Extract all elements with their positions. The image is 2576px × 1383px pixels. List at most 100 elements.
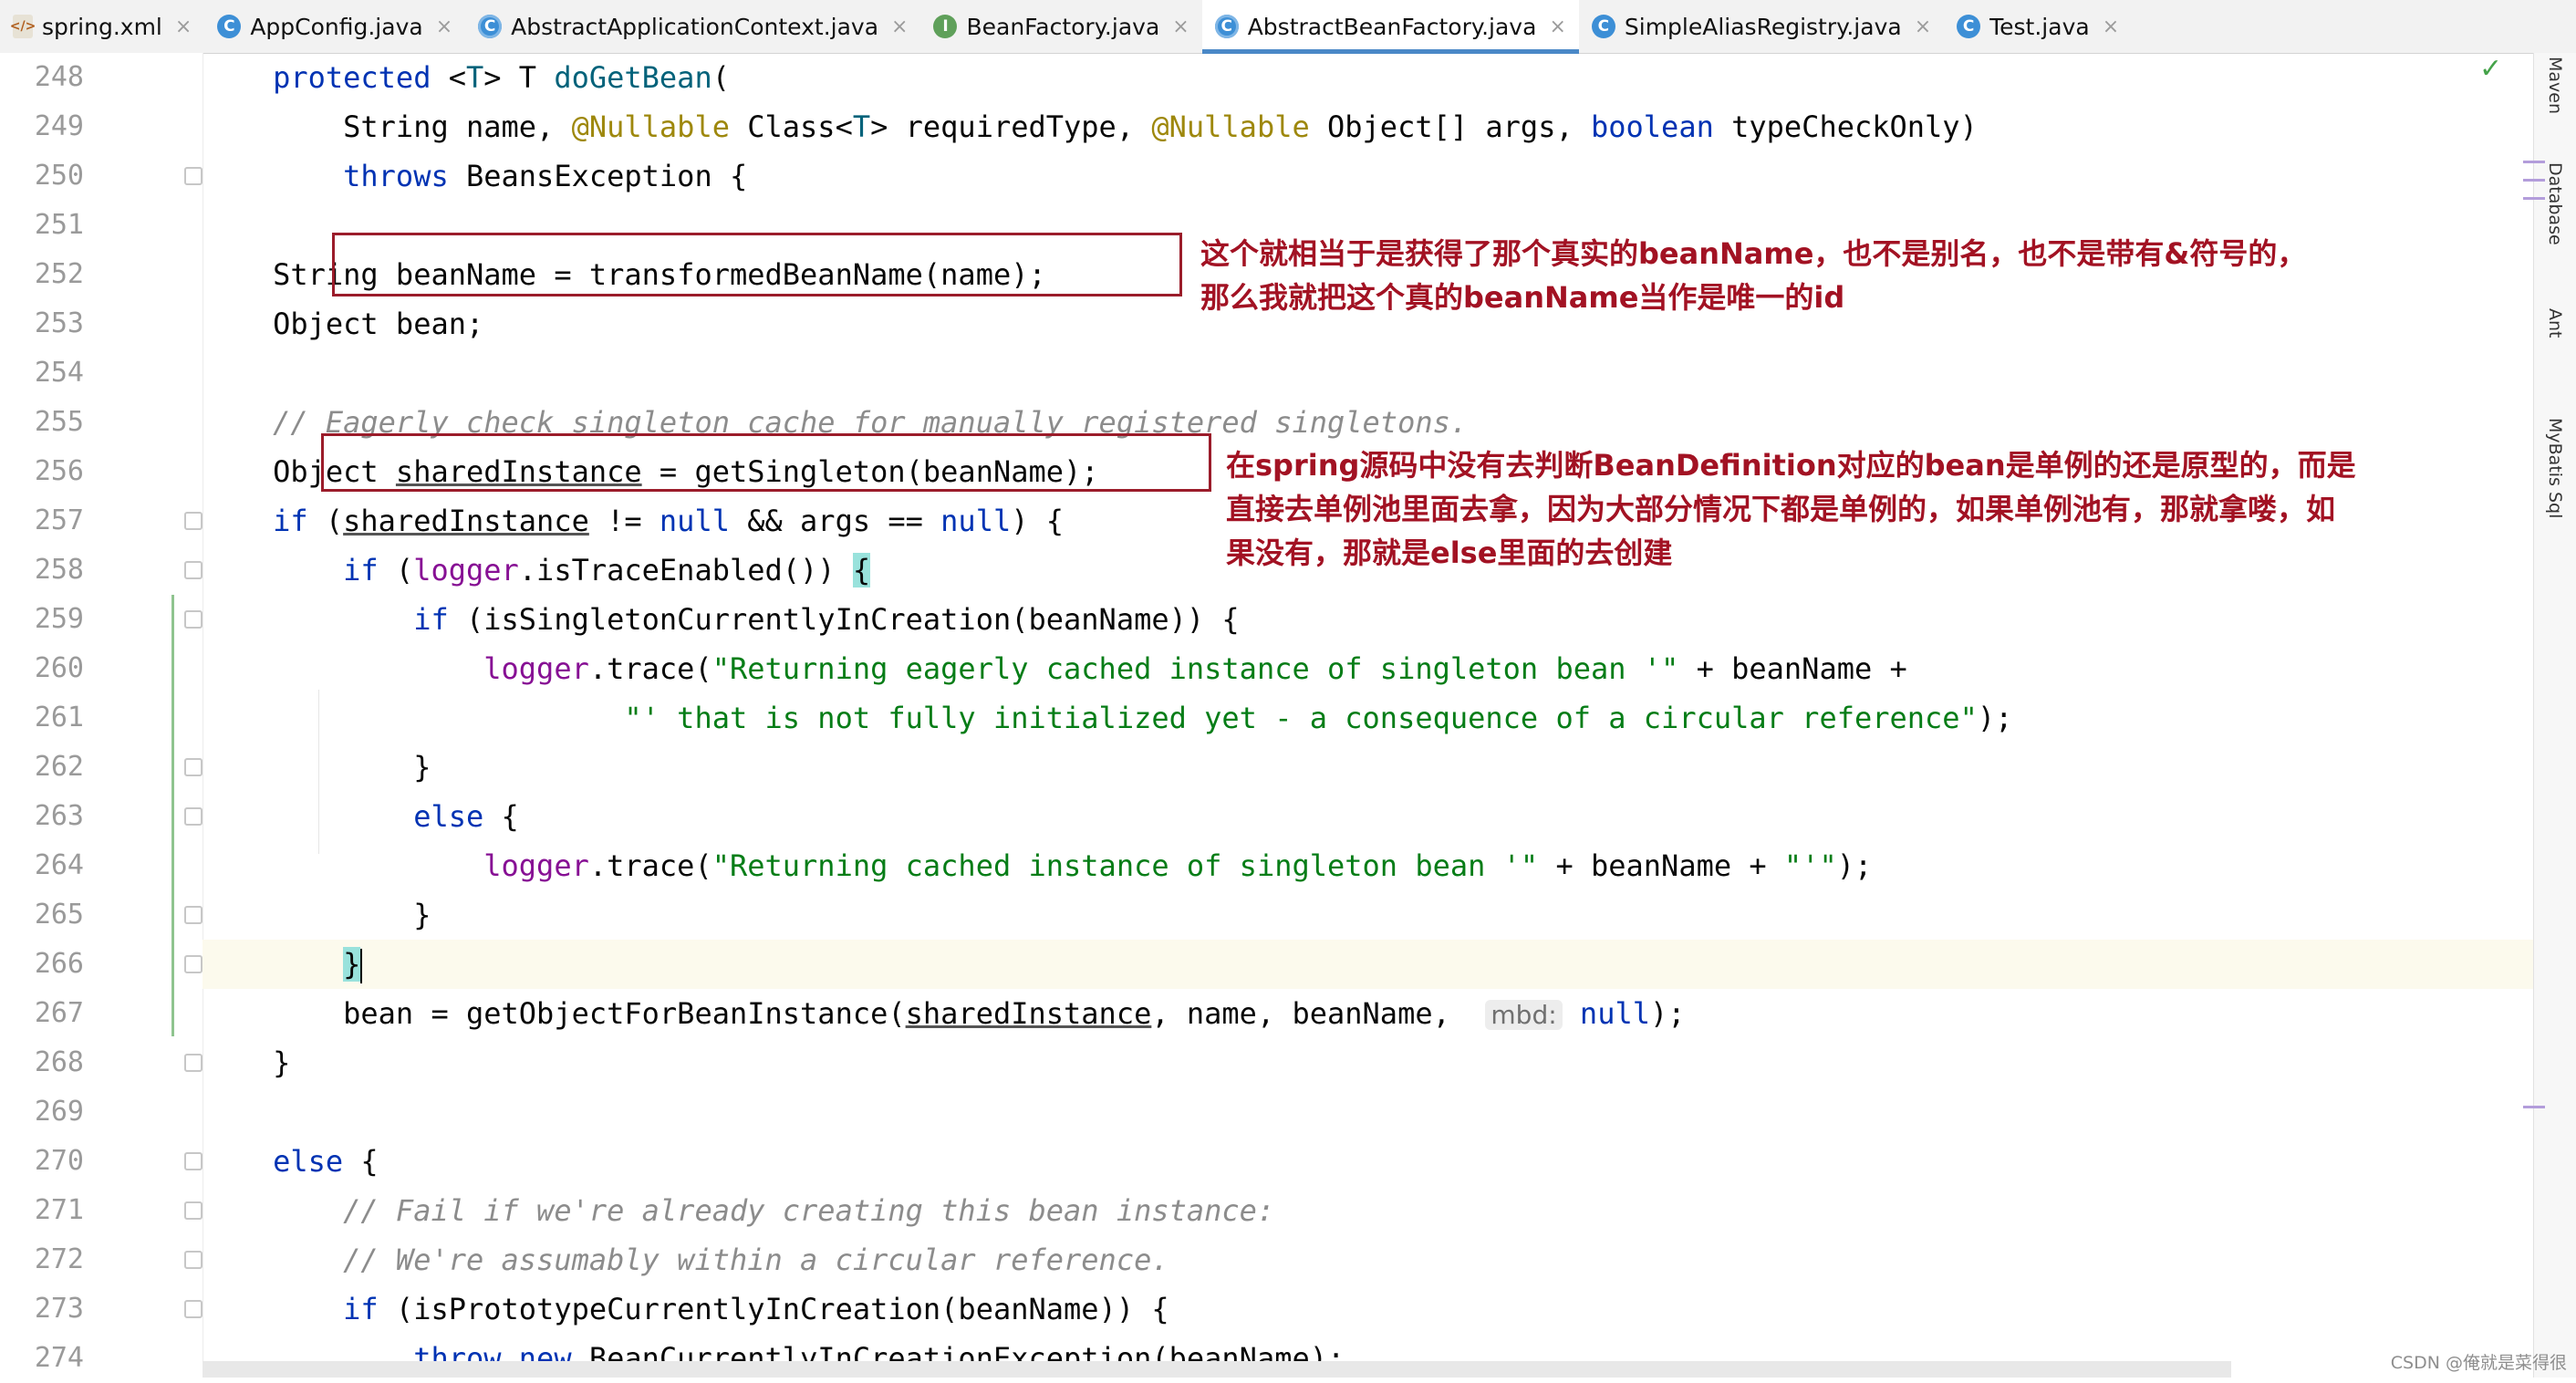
mybatis-sql-tool-button[interactable]: MyBatis Sql bbox=[2545, 418, 2565, 518]
xml-file-icon: </> bbox=[10, 15, 36, 38]
tab-0[interactable]: </> spring.xml × bbox=[0, 0, 204, 53]
line-number: 258 bbox=[34, 554, 84, 586]
interface-icon: I bbox=[933, 15, 958, 38]
fold-marker-icon[interactable] bbox=[184, 1201, 203, 1220]
horizontal-scrollbar[interactable] bbox=[203, 1361, 2231, 1378]
line-number: 261 bbox=[34, 702, 84, 733]
tab-label: spring.xml bbox=[42, 13, 162, 40]
line-number: 257 bbox=[34, 504, 84, 536]
tab-3[interactable]: I BeanFactory.java × bbox=[920, 0, 1201, 53]
fold-marker-icon[interactable] bbox=[184, 955, 203, 973]
code-line-262: } bbox=[203, 750, 431, 785]
line-number: 271 bbox=[34, 1194, 84, 1226]
tab-2[interactable]: C AbstractApplicationContext.java × bbox=[465, 0, 920, 53]
tab-label: AppConfig.java bbox=[250, 13, 423, 40]
line-number: 250 bbox=[34, 160, 84, 192]
matched-brace-open: { bbox=[852, 553, 871, 588]
annotation-note-beanname: 这个就相当于是获得了那个真实的beanName，也不是别名，也不是带有&符号的，… bbox=[1200, 236, 2307, 315]
line-number: 259 bbox=[34, 603, 84, 635]
code-line-272: // We're assumably within a circular ref… bbox=[203, 1243, 1169, 1277]
inspection-ok-icon: ✓ bbox=[2479, 53, 2503, 85]
code-line-250: throws BeansException { bbox=[343, 159, 748, 193]
close-icon[interactable]: × bbox=[1915, 16, 1931, 38]
watermark: CSDN @俺就是菜得很 bbox=[2390, 1353, 2567, 1373]
tab-label: AbstractApplicationContext.java bbox=[511, 13, 879, 40]
code-line-264: logger.trace("Returning cached instance … bbox=[483, 848, 1873, 883]
code-line-271: // Fail if we're already creating this b… bbox=[203, 1193, 1275, 1228]
highlight-box-getsingleton bbox=[321, 433, 1211, 492]
fold-marker-icon[interactable] bbox=[184, 1054, 203, 1072]
right-tool-window-strip: ✓ Maven Database Ant MyBatis Sql bbox=[2479, 53, 2576, 1378]
java-class-icon: C bbox=[1957, 15, 1981, 38]
vcs-change-marker[interactable] bbox=[171, 595, 174, 1036]
fold-marker-icon[interactable] bbox=[184, 1152, 203, 1170]
line-number: 254 bbox=[34, 357, 84, 389]
fold-marker-icon[interactable] bbox=[184, 807, 203, 826]
line-number: 251 bbox=[34, 209, 84, 241]
abstract-class-icon: C bbox=[478, 15, 503, 38]
tab-1[interactable]: C AppConfig.java × bbox=[204, 0, 465, 53]
parameter-hint: mbd: bbox=[1485, 1000, 1563, 1030]
error-stripe-mark bbox=[2523, 179, 2545, 182]
abstract-class-icon: C bbox=[1214, 15, 1239, 38]
line-number: 262 bbox=[34, 751, 84, 783]
line-number: 253 bbox=[34, 307, 84, 339]
fold-marker-icon[interactable] bbox=[184, 512, 203, 530]
code-line-267: bean = getObjectForBeanInstance(sharedIn… bbox=[203, 996, 1686, 1031]
code-line-265: } bbox=[203, 898, 431, 932]
tab-label: AbstractBeanFactory.java bbox=[1247, 13, 1537, 40]
ant-tool-button[interactable]: Ant bbox=[2545, 308, 2565, 338]
close-icon[interactable]: × bbox=[1172, 16, 1189, 38]
close-icon[interactable]: × bbox=[1549, 16, 1565, 38]
text-caret bbox=[360, 949, 363, 983]
tab-5[interactable]: C SimpleAliasRegistry.java × bbox=[1579, 0, 1944, 53]
error-stripe-mark bbox=[2523, 197, 2545, 200]
close-icon[interactable]: × bbox=[175, 16, 192, 38]
code-line-260: logger.trace("Returning eagerly cached i… bbox=[483, 651, 1907, 686]
line-number: 260 bbox=[34, 652, 84, 684]
fold-marker-icon[interactable] bbox=[184, 610, 203, 629]
code-line-261: "' that is not fully initialized yet - a… bbox=[624, 701, 2013, 735]
fold-marker-icon[interactable] bbox=[184, 1300, 203, 1318]
error-stripe-mark bbox=[2523, 161, 2545, 163]
tab-6[interactable]: C Test.java × bbox=[1944, 0, 2132, 53]
fold-marker-icon[interactable] bbox=[184, 1251, 203, 1269]
fold-marker-icon[interactable] bbox=[184, 561, 203, 579]
code-line-270: else { bbox=[273, 1144, 379, 1179]
java-class-icon: C bbox=[217, 15, 242, 38]
close-icon[interactable]: × bbox=[2103, 16, 2119, 38]
fold-marker-icon[interactable] bbox=[184, 906, 203, 924]
tab-4[interactable]: C AbstractBeanFactory.java × bbox=[1201, 0, 1580, 54]
database-tool-button[interactable]: Database bbox=[2545, 162, 2565, 245]
highlight-box-beanname bbox=[332, 233, 1182, 296]
tab-label: BeanFactory.java bbox=[966, 13, 1160, 40]
code-line-259: if (isSingletonCurrentlyInCreation(beanN… bbox=[413, 602, 1240, 637]
code-line-249: String name, @Nullable Class<T> required… bbox=[203, 109, 1978, 144]
java-class-icon: C bbox=[1591, 15, 1615, 38]
line-number: 263 bbox=[34, 800, 84, 832]
line-number: 274 bbox=[34, 1342, 84, 1374]
fold-marker-icon[interactable] bbox=[184, 758, 203, 776]
line-number: 265 bbox=[34, 899, 84, 931]
line-number: 264 bbox=[34, 849, 84, 881]
line-number-gutter: 248 249 250 251 252 253 254 255 256 257 258 259 260 2… bbox=[0, 53, 203, 1378]
line-number: 269 bbox=[34, 1096, 84, 1128]
line-number: 252 bbox=[34, 258, 84, 290]
close-icon[interactable]: × bbox=[436, 16, 452, 38]
line-number: 256 bbox=[34, 455, 84, 487]
matched-brace-close: } bbox=[343, 947, 361, 982]
line-number: 267 bbox=[34, 997, 84, 1029]
line-number: 266 bbox=[34, 948, 84, 980]
code-line-268: } bbox=[203, 1045, 291, 1080]
close-icon[interactable]: × bbox=[891, 16, 908, 38]
tab-label: Test.java bbox=[1989, 13, 2090, 40]
code-line-266-current: } bbox=[203, 940, 2534, 989]
maven-tool-button[interactable]: Maven bbox=[2545, 57, 2565, 114]
line-number: 255 bbox=[34, 406, 84, 438]
fold-marker-icon[interactable] bbox=[184, 167, 203, 185]
code-line-248: protected <T> T doGetBean( bbox=[273, 60, 730, 95]
line-number: 270 bbox=[34, 1145, 84, 1177]
error-stripe-mark bbox=[2523, 1106, 2545, 1108]
